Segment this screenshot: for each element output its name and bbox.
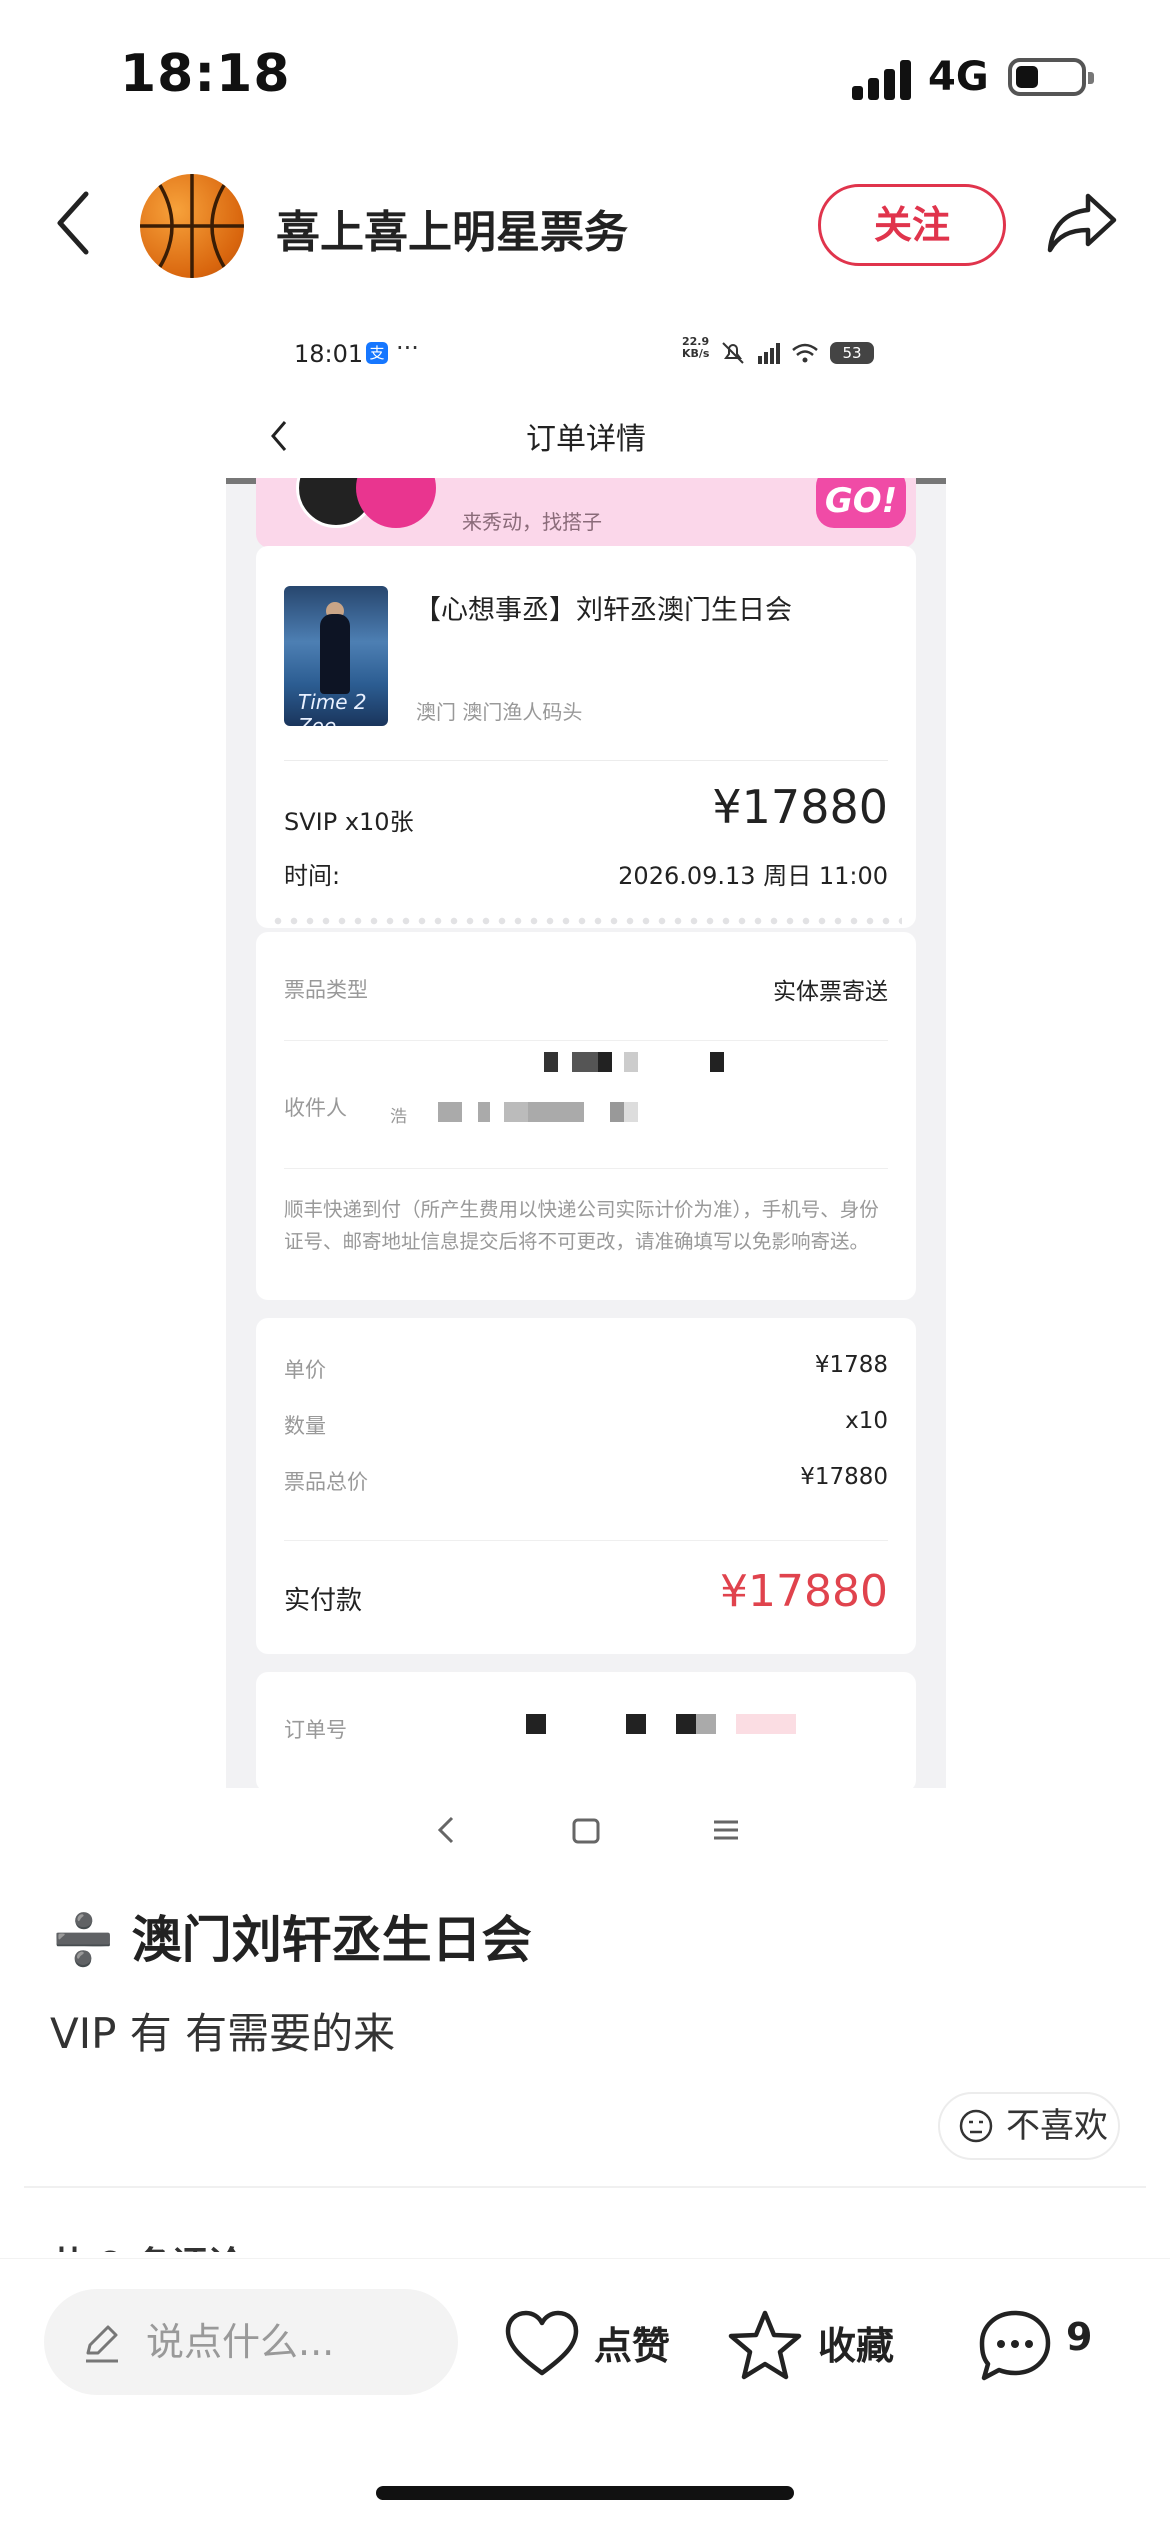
system-nav-bar [226, 1788, 946, 1872]
mini-net-speed: 22.9 KB/s [682, 335, 710, 360]
mini-status-time: 18:01 [294, 340, 364, 368]
delivery-note: 顺丰快递到付（所产生费用以快递公司实际计价为准），手机号、身份证号、邮寄地址信息… [284, 1198, 879, 1253]
ticket-type-label: 票品类型 [284, 978, 368, 1002]
mute-icon [722, 342, 744, 364]
comments-peek: 共 9 条评论 [50, 2232, 290, 2252]
network-type: 4G [928, 54, 989, 100]
banner-avatars [296, 478, 446, 538]
embedded-screenshot[interactable]: 18:01 支 ··· 22.9 KB/s 53 订单详情 来秀动，找搭子 GO… [226, 318, 946, 1788]
nav-home-icon[interactable] [566, 1810, 606, 1850]
paid-label: 实付款 [284, 1586, 363, 1616]
mini-more-dots: ··· [396, 334, 419, 362]
alipay-icon: 支 [366, 342, 388, 364]
mini-status-icons: 22.9 KB/s 53 [682, 336, 882, 370]
like-label: 点赞 [594, 2324, 671, 2368]
paid-value: ¥17880 [720, 1566, 888, 1617]
neutral-face-icon [959, 2109, 993, 2143]
order-number-card: 订单号 [256, 1672, 916, 1788]
receiver-label: 收件人 [284, 1096, 347, 1120]
collect-label: 收藏 [818, 2324, 895, 2368]
total-value: ¥17880 [800, 1464, 888, 1490]
unit-price-label: 单价 [284, 1358, 326, 1382]
event-venue: 澳门 澳门渔人码头 [416, 700, 583, 724]
post-body: VIP 有 有需要的来 [50, 2009, 396, 2058]
poster-signature: Time 2 Zoe [298, 690, 367, 726]
basketball-icon [140, 174, 244, 278]
time-value: 2026.09.13 周日 11:00 [618, 862, 888, 890]
divider [284, 760, 888, 761]
time-label: 时间: [284, 862, 341, 890]
order-number-label: 订单号 [284, 1718, 347, 1742]
like-button[interactable]: 点赞 [504, 2309, 684, 2379]
collect-button[interactable]: 收藏 [726, 2309, 906, 2380]
status-time: 18:18 [120, 44, 291, 104]
comment-icon [979, 2310, 1051, 2381]
account-name[interactable]: 喜上喜上明星票务 [276, 196, 628, 260]
event-poster: Time 2 Zoe [284, 586, 388, 726]
divider [24, 2186, 1146, 2188]
delivery-card: 票品类型 实体票寄送 收件人 浩 顺丰快递到付（所产生费用以快递公司实际计价为准… [256, 932, 916, 1300]
mini-battery: 53 [830, 342, 874, 364]
quantity-value: x10 [845, 1408, 888, 1434]
back-button[interactable] [50, 188, 100, 258]
divider [284, 1040, 888, 1041]
comment-placeholder: 说点什么... [146, 2320, 335, 2364]
order-price: ¥17880 [712, 780, 888, 834]
perforation [270, 916, 902, 926]
banner-go-button[interactable]: GO! [816, 478, 906, 528]
pen-icon [86, 2325, 118, 2363]
share-button[interactable] [1044, 190, 1120, 256]
post-title: ➗ 澳门刘轩丞生日会 [52, 1911, 532, 1969]
order-card: Time 2 Zoe 【心想事丞】刘轩丞澳门生日会 澳门 澳门渔人码头 SVIP… [256, 546, 916, 928]
mini-signal-icon [758, 343, 780, 364]
avatar[interactable] [140, 174, 244, 278]
comment-button[interactable]: 9 [976, 2309, 1106, 2381]
total-label: 票品总价 [284, 1470, 368, 1494]
payment-card: 单价 ¥1788 数量 x10 票品总价 ¥17880 实付款 ¥17880 [256, 1318, 916, 1654]
nav-back-icon[interactable] [426, 1810, 466, 1850]
comment-input[interactable]: 说点什么... [44, 2289, 458, 2395]
dislike-button[interactable]: 不喜欢 [938, 2092, 1120, 2160]
mini-header: 18:01 支 ··· 22.9 KB/s 53 订单详情 [226, 318, 946, 478]
wifi-icon [792, 343, 818, 363]
share-icon [1047, 193, 1117, 253]
event-title[interactable]: 【心想事丞】刘轩丞澳门生日会 [414, 588, 792, 627]
order-detail-title: 订单详情 [526, 422, 646, 457]
promo-banner[interactable]: 来秀动，找搭子 GO! [256, 478, 916, 548]
ticket-tier: SVIP x10张 [284, 808, 414, 836]
nav-menu-icon[interactable] [706, 1810, 746, 1850]
heart-icon [505, 2310, 579, 2376]
star-icon [728, 2310, 802, 2380]
divider [284, 1168, 888, 1169]
signal-icon [852, 58, 912, 100]
back-icon [57, 191, 89, 255]
follow-button[interactable]: 关注 [818, 184, 1006, 266]
divider [284, 1540, 888, 1541]
ticket-type-value: 实体票寄送 [773, 979, 888, 1005]
dislike-label: 不喜欢 [1006, 2106, 1108, 2146]
home-indicator [376, 2486, 794, 2500]
quantity-label: 数量 [284, 1414, 326, 1438]
banner-text: 来秀动，找搭子 [462, 510, 602, 534]
battery-icon [1008, 58, 1094, 96]
unit-price-value: ¥1788 [814, 1352, 888, 1378]
comment-count: 9 [1066, 2315, 1093, 2359]
